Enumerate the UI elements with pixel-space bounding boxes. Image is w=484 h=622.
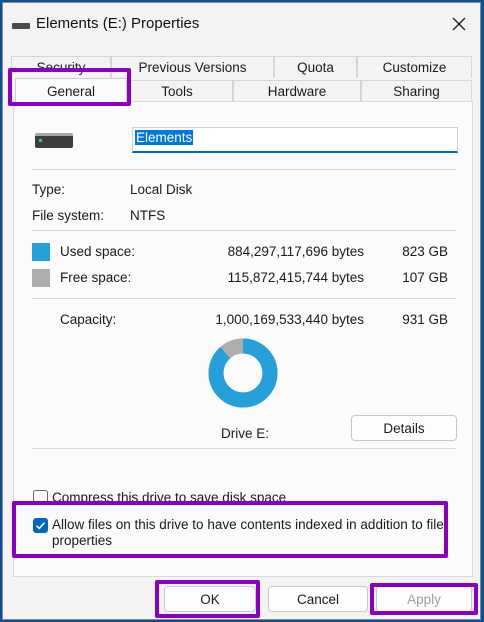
close-icon	[452, 17, 466, 31]
hard-drive-icon	[35, 133, 73, 148]
general-tab-highlight	[8, 68, 131, 106]
apply-button-highlight	[370, 583, 478, 615]
index-option-highlight	[12, 501, 448, 558]
tab-tools[interactable]: Tools	[121, 80, 233, 102]
used-space-gb: 823 GB	[402, 244, 448, 259]
separator	[32, 448, 456, 449]
drive-led	[39, 139, 42, 142]
free-space-gb: 107 GB	[402, 270, 448, 285]
free-space-swatch	[32, 269, 50, 287]
tab-label: Tools	[161, 84, 193, 99]
separator	[32, 298, 456, 299]
free-space-bytes: 115,872,415,744 bytes	[227, 270, 364, 285]
type-label: Type:	[32, 182, 66, 197]
cancel-button[interactable]: Cancel	[268, 586, 368, 612]
used-space-swatch	[32, 243, 50, 261]
tab-label: Customize	[382, 60, 447, 75]
tab-label: Quota	[297, 60, 334, 75]
ok-button-highlight	[155, 580, 260, 618]
window-title: Elements (E:) Properties	[36, 15, 200, 32]
type-value: Local Disk	[130, 182, 193, 197]
drive-name-input[interactable]: Elements	[132, 127, 458, 153]
used-space-arc	[208, 338, 278, 408]
file-system-label: File system:	[32, 208, 105, 223]
tab-hardware[interactable]: Hardware	[233, 80, 361, 102]
used-space-bytes: 884,297,117,696 bytes	[227, 244, 364, 259]
tab-customize[interactable]: Customize	[357, 56, 472, 78]
capacity-label: Capacity:	[60, 312, 117, 327]
capacity-bytes: 1,000,169,533,440 bytes	[215, 312, 364, 327]
details-label: Details	[383, 420, 425, 436]
drive-name-selection: Elements	[135, 130, 194, 145]
tab-quota[interactable]: Quota	[274, 56, 357, 78]
tab-previous-versions[interactable]: Previous Versions	[111, 56, 274, 78]
free-space-label: Free space:	[60, 270, 132, 285]
tab-sharing[interactable]: Sharing	[361, 80, 472, 102]
title-bar[interactable]: Elements (E:) Properties	[3, 3, 480, 47]
close-button[interactable]	[446, 11, 472, 37]
drive-caption: Drive E:	[221, 426, 270, 441]
tab-label: Hardware	[267, 84, 327, 99]
disk-usage-donut	[208, 338, 278, 408]
details-button[interactable]: Details	[351, 415, 457, 441]
cancel-label: Cancel	[296, 591, 340, 607]
tab-label: Sharing	[393, 84, 440, 99]
used-space-label: Used space:	[60, 244, 136, 259]
tab-label: Previous Versions	[138, 60, 247, 75]
file-system-value: NTFS	[130, 208, 166, 223]
capacity-gb: 931 GB	[402, 312, 448, 327]
separator	[32, 230, 456, 231]
drive-title-icon	[12, 23, 30, 29]
separator	[32, 169, 456, 170]
